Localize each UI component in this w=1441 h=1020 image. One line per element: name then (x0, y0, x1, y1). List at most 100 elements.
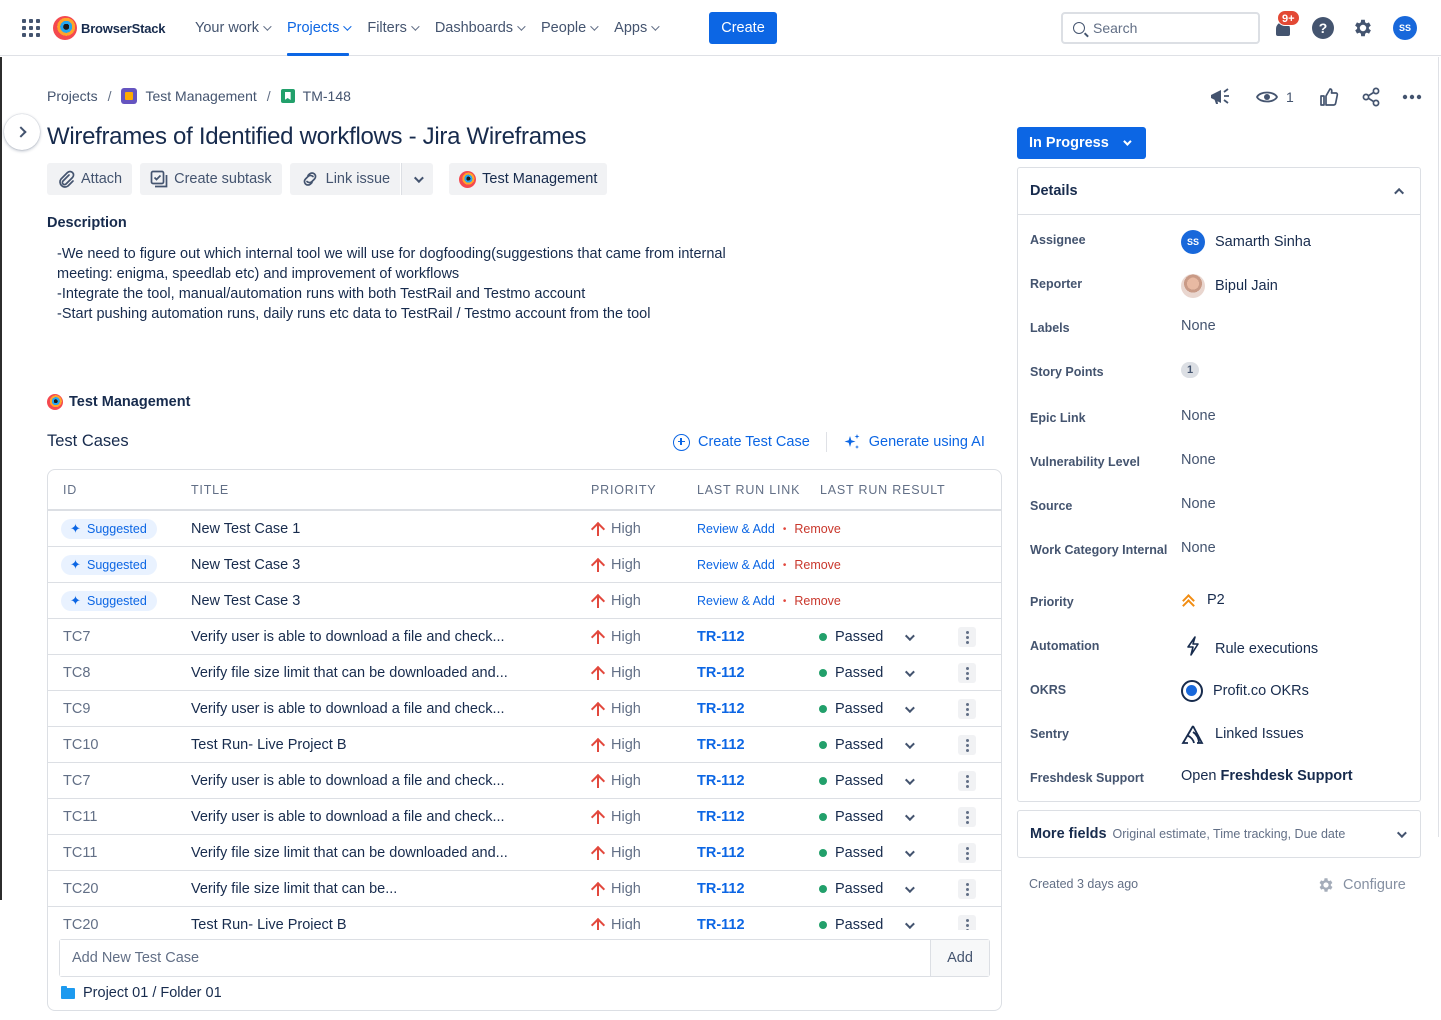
search-box[interactable] (1061, 12, 1260, 44)
breadcrumb-project[interactable]: Test Management (121, 88, 257, 104)
configure-button[interactable]: Configure (1317, 876, 1406, 894)
column-header-id[interactable]: ID (63, 483, 77, 497)
help-button[interactable]: ? (1311, 16, 1335, 40)
suggested-table-row[interactable]: ✦ Suggested New Test Case 1 High Review & Ad… (48, 511, 1001, 547)
generate-using-ai-button[interactable]: Generate using AI (843, 433, 985, 451)
column-header-last-run-result[interactable]: LAST RUN RESULT (820, 483, 945, 497)
table-row[interactable]: TC11 Verify user is able to download a fi… (48, 799, 1001, 835)
column-header-priority[interactable]: PRIORITY (591, 483, 656, 497)
nav-projects[interactable]: Projects (278, 0, 358, 56)
table-row[interactable]: TC8 Verify file size limit that can be do… (48, 655, 1001, 691)
description-body[interactable]: -We need to figure out which internal to… (57, 244, 777, 324)
more-actions-button[interactable] (1402, 84, 1422, 110)
last-run-link[interactable]: TR-112 (697, 835, 745, 871)
last-run-link[interactable]: TR-112 (697, 727, 745, 763)
row-actions-button[interactable] (958, 727, 976, 763)
create-subtask-button[interactable]: Create subtask (140, 163, 282, 195)
table-body[interactable]: ✦ Suggested New Test Case 1 High Review & Ad… (48, 511, 1001, 930)
add-test-case-button[interactable]: Add (930, 940, 989, 976)
last-run-result[interactable]: Passed (819, 727, 916, 763)
last-run-result[interactable]: Passed (819, 655, 916, 691)
suggested-table-row[interactable]: ✦ Suggested New Test Case 3 High Review & Ad… (48, 547, 1001, 583)
column-header-last-run-link[interactable]: LAST RUN LINK (697, 483, 800, 497)
review-and-add-link[interactable]: Review & Add (697, 594, 775, 608)
nav-dashboards[interactable]: Dashboards (426, 0, 532, 56)
create-test-case-button[interactable]: Create Test Case (673, 433, 810, 451)
field-value-reporter[interactable]: Bipul Jain (1181, 274, 1278, 298)
field-value-sentry[interactable]: Linked Issues (1181, 724, 1304, 744)
field-value-labels[interactable]: None (1181, 318, 1216, 334)
field-value-automation[interactable]: Rule executions (1181, 636, 1318, 661)
last-run-link[interactable]: TR-112 (697, 655, 745, 691)
table-row[interactable]: TC10 Test Run- Live Project B High TR-112 Pa… (48, 727, 1001, 763)
test-management-app-button[interactable]: Test Management (449, 163, 608, 195)
expand-sidebar-button[interactable] (4, 114, 40, 150)
last-run-result[interactable]: Passed (819, 619, 916, 655)
field-value-work-category-internal[interactable]: None (1181, 540, 1216, 556)
search-input[interactable] (1093, 20, 1243, 36)
row-actions-button[interactable] (958, 799, 976, 835)
field-value-okrs[interactable]: Profit.co OKRs (1181, 680, 1309, 702)
remove-link[interactable]: Remove (794, 522, 841, 536)
attach-button[interactable]: Attach (47, 163, 133, 195)
app-switcher-icon[interactable] (22, 19, 40, 37)
last-run-result[interactable]: Passed (819, 835, 916, 871)
suggested-table-row[interactable]: ✦ Suggested New Test Case 3 High Review & Ad… (48, 583, 1001, 619)
nav-filters[interactable]: Filters (358, 0, 425, 56)
share-button[interactable] (1361, 84, 1381, 110)
last-run-link[interactable]: TR-112 (697, 619, 745, 655)
field-value-epic-link[interactable]: None (1181, 408, 1216, 424)
nav-people[interactable]: People (532, 0, 605, 56)
field-value-freshdesk-support[interactable]: Open Freshdesk Support (1181, 768, 1353, 784)
row-actions-button[interactable] (958, 871, 976, 907)
review-and-add-link[interactable]: Review & Add (697, 522, 775, 536)
last-run-result[interactable]: Passed (819, 871, 916, 907)
column-header-title[interactable]: TITLE (191, 483, 229, 497)
status-dropdown[interactable]: In Progress (1017, 127, 1146, 159)
folder-path[interactable]: Project 01 / Folder 01 (61, 985, 222, 1001)
breadcrumb-issue[interactable]: TM-148 (280, 88, 351, 104)
remove-link[interactable]: Remove (794, 558, 841, 572)
give-feedback-button[interactable] (1208, 84, 1232, 110)
field-value-source[interactable]: None (1181, 496, 1216, 512)
row-actions-button[interactable] (958, 835, 976, 871)
review-and-add-link[interactable]: Review & Add (697, 558, 775, 572)
link-issue-button[interactable]: Link issue (289, 163, 401, 195)
settings-button[interactable] (1351, 16, 1375, 40)
breadcrumb-projects[interactable]: Projects (47, 88, 98, 104)
create-button[interactable]: Create (709, 12, 777, 44)
more-fields-section[interactable]: More fields Original estimate, Time trac… (1017, 810, 1421, 858)
last-run-link[interactable]: TR-112 (697, 763, 745, 799)
row-actions-button[interactable] (958, 691, 976, 727)
browserstack-logo[interactable]: BrowserStack (53, 16, 166, 40)
last-run-link[interactable]: TR-112 (697, 691, 745, 727)
last-run-result[interactable]: Passed (819, 799, 916, 835)
table-row[interactable]: TC7 Verify user is able to download a fil… (48, 619, 1001, 655)
row-actions-button[interactable] (958, 907, 976, 930)
remove-link[interactable]: Remove (794, 594, 841, 608)
nav-apps[interactable]: Apps (605, 0, 666, 56)
last-run-result[interactable]: Passed (819, 763, 916, 799)
add-test-case-input[interactable] (60, 940, 930, 976)
row-actions-button[interactable] (958, 655, 976, 691)
vote-button[interactable] (1319, 84, 1339, 110)
row-actions-button[interactable] (958, 619, 976, 655)
last-run-result[interactable]: Passed (819, 907, 916, 930)
field-value-assignee[interactable]: SS Samarth Sinha (1181, 230, 1311, 254)
nav-your-work[interactable]: Your work (186, 0, 278, 56)
field-value-vulnerability-level[interactable]: None (1181, 452, 1216, 468)
last-run-result[interactable]: Passed (819, 691, 916, 727)
table-row[interactable]: TC7 Verify user is able to download a fil… (48, 763, 1001, 799)
last-run-link[interactable]: TR-112 (697, 799, 745, 835)
link-issue-dropdown-button[interactable] (401, 163, 434, 195)
last-run-link[interactable]: TR-112 (697, 871, 745, 907)
table-row[interactable]: TC20 Test Run- Live Project B High TR-112 Pa… (48, 907, 1001, 930)
last-run-link[interactable]: TR-112 (697, 907, 745, 930)
watch-button[interactable]: 1 (1256, 84, 1294, 110)
details-header[interactable]: Details (1018, 168, 1420, 215)
table-row[interactable]: TC11 Verify file size limit that can be d… (48, 835, 1001, 871)
user-avatar[interactable]: SS (1393, 16, 1417, 40)
field-value-story-points[interactable]: 1 (1181, 362, 1199, 378)
table-row[interactable]: TC9 Verify user is able to download a fil… (48, 691, 1001, 727)
row-actions-button[interactable] (958, 763, 976, 799)
